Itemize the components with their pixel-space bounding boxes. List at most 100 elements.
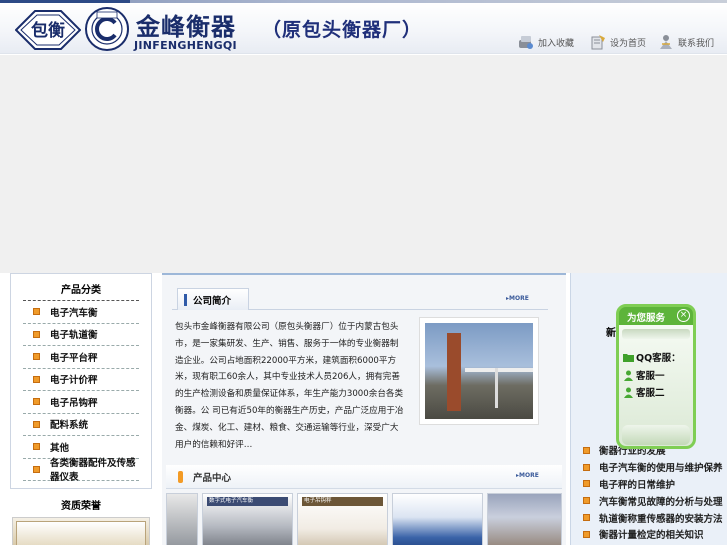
bullet-icon [583,463,590,471]
category-label: 电子吊钩秤 [50,397,98,409]
certificate-image[interactable] [12,517,150,545]
category-label: 各类衡器配件及传感器仪表 [50,458,136,484]
product-category-panel: 产品分类 电子汽车衡 电子轨道衡 电子平台秤 电子计价秤 电子吊钩秤 配料系统 … [10,273,152,489]
bullet-icon [583,514,590,522]
news-item[interactable]: 电子秤的日常维护 [583,476,727,493]
about-tab-bar: 公司简介 ▸MORE [172,288,548,310]
category-item[interactable]: 电子轨道衡 [23,324,139,346]
contact-us-link[interactable]: 联系我们 [658,34,714,50]
product-label: 电子吊钩秤 [302,497,383,506]
bullet-icon [33,308,40,316]
product-card[interactable] [487,493,562,545]
banner-area [0,55,727,273]
product-center-bar: 产品中心 ▸MORE [166,465,562,489]
qq-service-label: QQ客服： [636,353,681,364]
qq-widget-title: 为您服务 [627,313,666,324]
news-item[interactable]: 汽车衡常见故障的分析与处理 [583,492,727,509]
category-label: 电子轨道衡 [50,330,98,342]
category-label: 电子汽车衡 [50,307,98,319]
bullet-icon [33,398,40,406]
bookmark-icon [519,36,533,49]
bullet-icon [583,446,590,454]
news-item[interactable]: 衡器计量检定的相关知识 [583,526,727,543]
about-more-label: MORE [509,295,529,302]
news-item-label: 电子汽车衡的使用与维护保养 [599,463,723,475]
category-label: 配料系统 [50,420,89,432]
photo-gate-post [495,368,498,408]
category-label: 电子计价秤 [50,375,98,387]
bullet-icon [583,497,590,505]
qq-contact-1[interactable]: 客服一 [623,368,665,382]
bullet-icon [583,480,590,488]
category-label: 电子平台秤 [50,352,98,364]
news-item-label: 轨道衡称重传感器的安装方法 [599,513,723,525]
contact-icon [660,35,672,49]
tab-marker-icon [184,293,187,306]
photo-tower [447,333,461,411]
bullet-icon [33,375,40,383]
product-category-list: 电子汽车衡 电子轨道衡 电子平台秤 电子计价秤 电子吊钩秤 配料系统 其他 各类… [23,300,139,483]
diamond-logo[interactable]: 包衡 [14,8,82,52]
set-homepage-link[interactable]: 设为首页 [590,34,646,50]
qq-bottom-strip [622,425,690,445]
category-item[interactable]: 电子计价秤 [23,369,139,391]
gear-emblem-icon [84,6,130,52]
qq-top-strip [622,329,690,339]
bullet-icon [33,465,40,473]
qq-contact-label: 客服二 [636,388,665,399]
about-more-link[interactable]: ▸MORE [506,295,529,302]
company-gate-image [425,323,533,419]
product-center-label: 产品中心 [193,473,232,484]
site-header: 包衡 金峰衡器 JINFENGHENGQI （原包头衡器厂） 加入收藏 设为首页… [0,3,727,54]
add-bookmark-link[interactable]: 加入收藏 [518,34,574,50]
product-category-title: 产品分类 [61,285,101,296]
news-list: 衡器行业的发展 电子汽车衡的使用与维护保养 电子秤的日常维护 汽车衡常见故障的分… [583,442,727,543]
news-item-label: 衡器计量检定的相关知识 [599,530,704,542]
contact-us-label: 联系我们 [678,38,715,49]
add-bookmark-label: 加入收藏 [538,38,575,49]
category-item[interactable]: 电子吊钩秤 [23,391,139,414]
brand-name-en: JINFENGHENGQI [134,39,237,52]
product-card[interactable] [166,493,198,545]
bullet-icon [33,353,40,361]
thermometer-icon [178,471,183,483]
bullet-icon [33,420,40,428]
category-item[interactable]: 电子汽车衡 [23,301,139,324]
qq-folder-icon [623,353,634,362]
qq-contact-2[interactable]: 客服二 [623,385,665,399]
diamond-logo-icon: 包衡 [14,10,82,50]
company-intro-text: 包头市金峰衡器有限公司（原包头衡器厂）位于内蒙古包头市，是一家集研发、生产、销售… [175,322,404,450]
product-carousel: 数字式电子汽车衡 电子吊钩秤 [166,493,562,545]
qq-service-widget: 为您服务 × QQ客服： 客服一 客服二 [616,304,696,449]
category-item[interactable]: 配料系统 [23,414,139,436]
main-content: 公司简介 ▸MORE 包头市金峰衡器有限公司（原包头衡器厂）位于内蒙古包头市，是… [162,273,566,545]
qq-user-icon [624,370,633,381]
product-card[interactable] [392,493,483,545]
bullet-icon [583,530,590,538]
products-more-link[interactable]: ▸MORE [516,472,539,479]
tab-company-intro[interactable]: 公司简介 [177,288,249,310]
brand-name-cn: 金峰衡器 [136,12,236,41]
certificate-frame [16,521,146,545]
home-page-icon [591,35,605,50]
category-item[interactable]: 各类衡器配件及传感器仪表 [23,458,139,483]
product-center-title: 产品中心 [178,470,232,484]
qq-user-icon [624,387,633,398]
category-item[interactable]: 电子平台秤 [23,346,139,369]
qq-contact-label: 客服一 [636,371,665,382]
news-item-label: 电子秤的日常维护 [599,479,676,491]
photo-gate-beam [465,368,533,372]
qq-service-header: QQ客服： [623,350,681,364]
product-card[interactable]: 电子吊钩秤 [297,493,388,545]
company-photo[interactable] [419,317,539,425]
brand-subtitle: （原包头衡器厂） [262,19,423,41]
product-card[interactable]: 数字式电子汽车衡 [202,493,293,545]
close-icon[interactable]: × [677,309,690,322]
set-homepage-label: 设为首页 [610,38,647,49]
news-item-label: 汽车衡常见故障的分析与处理 [599,496,723,508]
news-item[interactable]: 电子汽车衡的使用与维护保养 [583,459,727,476]
bullet-icon [33,330,40,338]
tab-company-intro-label: 公司简介 [193,295,232,307]
product-label: 数字式电子汽车衡 [207,497,288,506]
news-item[interactable]: 轨道衡称重传感器的安装方法 [583,509,727,526]
